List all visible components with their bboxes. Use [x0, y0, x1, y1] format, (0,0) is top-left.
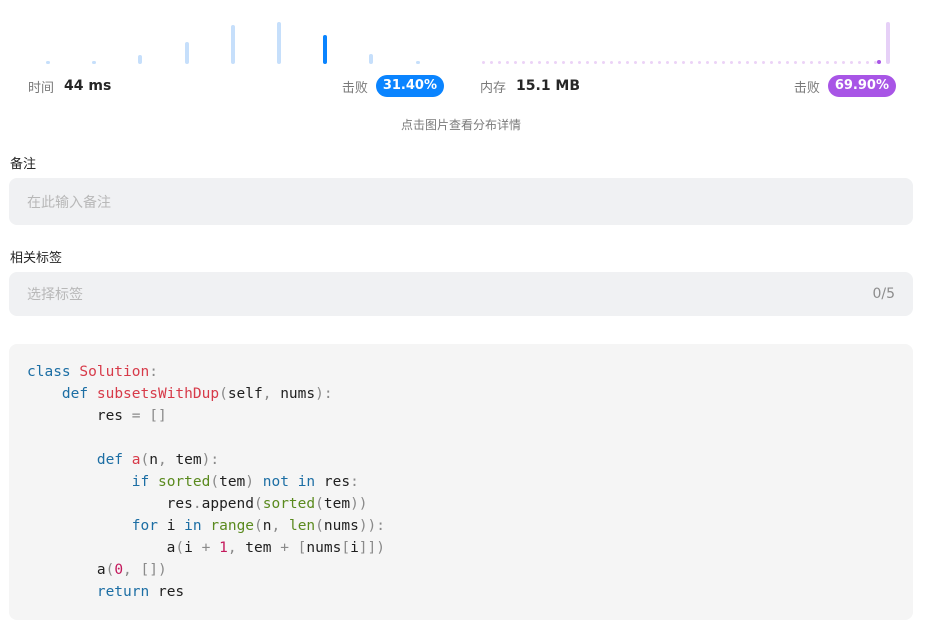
- memory-dot: [530, 61, 533, 64]
- tags-placeholder: 选择标签: [27, 287, 83, 303]
- runtime-beat-label: 击败: [341, 80, 368, 96]
- memory-dot: [538, 61, 541, 64]
- tags-label: 相关标签: [10, 251, 63, 266]
- runtime-bar: [92, 60, 97, 64]
- distribution-hint[interactable]: 点击图片查看分布详情: [0, 116, 922, 133]
- memory-dot: [674, 61, 677, 64]
- code-block[interactable]: class Solution: def subsetsWithDup(self,…: [9, 344, 913, 620]
- memory-dot: [714, 61, 717, 64]
- memory-dot: [506, 61, 509, 64]
- memory-dot: [826, 61, 829, 64]
- memory-dot: [730, 61, 733, 64]
- memory-dot: [594, 61, 597, 64]
- memory-dot: [658, 61, 661, 64]
- memory-dot: [858, 61, 861, 64]
- memory-dot: [690, 61, 693, 64]
- runtime-bar: [184, 42, 189, 64]
- memory-dot: [794, 61, 797, 64]
- memory-dot: [762, 61, 765, 64]
- memory-dot: [514, 61, 517, 64]
- notes-placeholder: 在此输入备注: [27, 194, 111, 211]
- runtime-bar: [138, 54, 143, 64]
- memory-dot: [618, 61, 621, 64]
- memory-dot: [498, 61, 501, 64]
- memory-label: 内存: [480, 80, 507, 96]
- runtime-bar: [369, 53, 374, 64]
- memory-beat-label: 击败: [793, 80, 820, 96]
- memory-dot: [818, 61, 821, 64]
- memory-distribution-chart[interactable]: [478, 0, 896, 70]
- memory-value: 15.1 MB: [516, 78, 581, 94]
- memory-dot: [810, 61, 813, 64]
- memory-dot: [754, 61, 757, 64]
- tags-select[interactable]: 选择标签 0/5: [9, 272, 913, 316]
- runtime-beat-badge: 31.40%: [375, 75, 444, 97]
- notes-input[interactable]: 在此输入备注: [9, 178, 913, 225]
- memory-dot: [722, 61, 725, 64]
- memory-dot: [866, 61, 869, 64]
- runtime-bar: [230, 25, 235, 64]
- runtime-bar: [415, 61, 420, 64]
- notes-label: 备注: [10, 157, 37, 172]
- code-text: class Solution: def subsetsWithDup(self,…: [27, 364, 386, 600]
- memory-dot: [802, 61, 805, 64]
- runtime-distribution-chart[interactable]: [28, 0, 448, 70]
- memory-dot: [570, 61, 573, 64]
- memory-dot: [602, 61, 605, 64]
- memory-bar: [886, 22, 890, 64]
- memory-dot: [586, 61, 589, 64]
- memory-beat-badge: 69.90%: [827, 75, 896, 97]
- runtime-bar: [46, 61, 50, 64]
- memory-dot: [706, 61, 709, 64]
- memory-dot: [546, 61, 549, 64]
- memory-dot: [634, 61, 637, 64]
- memory-dot: [850, 61, 853, 64]
- memory-dot: [482, 61, 485, 64]
- runtime-bar: [277, 22, 281, 64]
- memory-dot: [626, 61, 629, 64]
- memory-dot-highlight: [877, 60, 881, 64]
- memory-dot: [562, 61, 565, 64]
- memory-dot: [778, 61, 781, 64]
- memory-dot: [770, 61, 773, 64]
- runtime-bar: [323, 35, 328, 64]
- memory-dot: [650, 61, 653, 64]
- memory-dot: [578, 61, 581, 64]
- memory-dot: [738, 61, 741, 64]
- runtime-stats: 时间 44 ms 击败 31.40%: [28, 72, 444, 100]
- memory-dot: [698, 61, 701, 64]
- memory-stats: 内存 15.1 MB 击败 69.90%: [480, 72, 896, 100]
- memory-dot: [490, 61, 493, 64]
- memory-dot: [682, 61, 685, 64]
- memory-dot: [834, 61, 837, 64]
- runtime-label: 时间: [28, 80, 55, 96]
- memory-dot: [746, 61, 749, 64]
- memory-dot: [642, 61, 645, 64]
- tags-counter: 0/5: [872, 286, 895, 302]
- memory-dot: [786, 61, 789, 64]
- memory-dot: [522, 61, 525, 64]
- memory-dot: [842, 61, 845, 64]
- runtime-value: 44 ms: [64, 78, 112, 94]
- memory-dot: [554, 61, 557, 64]
- memory-dot: [666, 61, 669, 64]
- memory-dot: [610, 61, 613, 64]
